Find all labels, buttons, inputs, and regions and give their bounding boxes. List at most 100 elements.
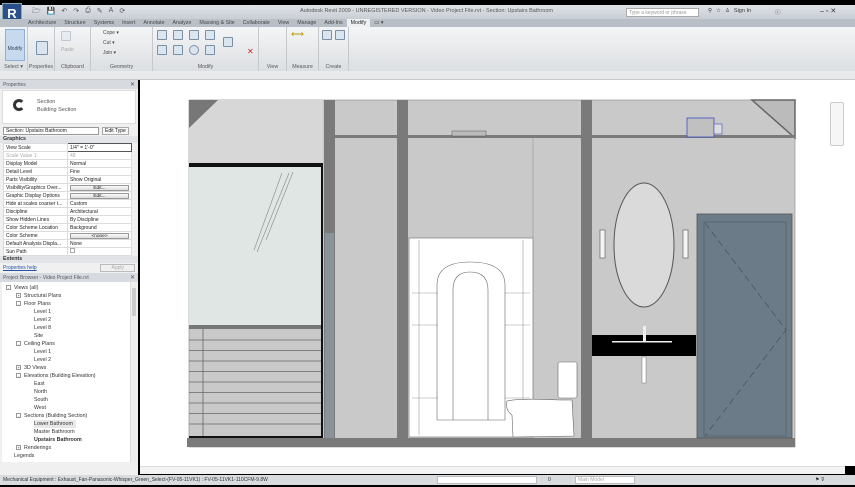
browser-item[interactable]: - Sections (Building Section) — [2, 412, 136, 420]
mirror-icon[interactable] — [189, 30, 199, 40]
help-icon[interactable]: ⓘ — [775, 8, 781, 16]
user-icon[interactable]: ♙ — [725, 8, 730, 16]
create-group-icon[interactable] — [322, 30, 332, 40]
property-value[interactable]: 1/4" = 1'-0" — [67, 143, 132, 152]
vertical-scrollbar[interactable] — [130, 282, 136, 462]
edit-button[interactable]: <none> — [70, 232, 129, 239]
browser-item[interactable]: Upstairs Bathroom — [2, 436, 136, 444]
drawing-canvas[interactable] — [140, 80, 855, 466]
browser-item[interactable]: - Views (all) — [2, 284, 136, 292]
tab-collaborate[interactable]: Collaborate — [239, 19, 274, 27]
collapse-icon[interactable]: - — [16, 301, 21, 307]
tab-add-ins[interactable]: Add-Ins — [320, 19, 346, 27]
tab-insert[interactable]: Insert — [118, 19, 139, 27]
cut-button[interactable]: Cut ▾ — [103, 40, 115, 46]
browser-item[interactable]: Level 1 — [2, 308, 136, 316]
search-input[interactable]: Type a keyword or phrase — [626, 8, 699, 17]
instance-selector[interactable]: Section: Upstairs Bathroom — [3, 126, 99, 135]
property-value[interactable] — [67, 247, 132, 256]
property-value[interactable]: Show Original — [67, 175, 132, 184]
apply-button[interactable]: Apply — [100, 264, 135, 272]
window-controls[interactable]: ‒▫✕ — [820, 7, 838, 15]
property-value[interactable]: <none> — [67, 231, 132, 240]
collapse-icon[interactable]: - — [16, 341, 21, 347]
browser-item[interactable]: Site — [2, 332, 136, 340]
array-icon[interactable] — [223, 37, 233, 47]
split-icon[interactable] — [205, 30, 215, 40]
sun-path-checkbox[interactable] — [70, 248, 75, 253]
select-dropdown[interactable]: Select ▾ — [0, 64, 27, 70]
tab-structure[interactable]: Structure — [60, 19, 90, 27]
browser-item[interactable]: East — [2, 380, 136, 388]
navigation-bar[interactable] — [830, 102, 844, 146]
sign-in-link[interactable]: Sign In — [734, 8, 751, 16]
tab-massing-site[interactable]: Massing & Site — [195, 19, 238, 27]
property-value[interactable]: Architectural — [67, 207, 132, 216]
tab-annotate[interactable]: Annotate — [139, 19, 168, 27]
property-value[interactable]: Background — [67, 223, 132, 232]
tab-systems[interactable]: Systems — [90, 19, 118, 27]
expand-icon[interactable]: + — [16, 293, 21, 299]
delete-icon[interactable]: ✕ — [247, 47, 254, 56]
edit-type-button[interactable]: Edit Type — [102, 126, 129, 135]
property-value[interactable]: By Discipline — [67, 215, 132, 224]
workset-field[interactable] — [437, 476, 537, 484]
section-view[interactable] — [140, 80, 855, 466]
properties-help-link[interactable]: Properties help — [3, 265, 37, 271]
trim-icon[interactable] — [205, 45, 215, 55]
browser-item[interactable]: Lower Bathroom — [2, 420, 136, 428]
property-value[interactable]: 48 — [67, 151, 132, 160]
browser-item[interactable]: West — [2, 404, 136, 412]
quick-access-toolbar[interactable]: 🗁 💾 ↶ ↷ ⎙ ✎ A ⟳ — [32, 7, 125, 18]
property-value[interactable]: Normal — [67, 159, 132, 168]
browser-item[interactable]: Level 8 — [2, 324, 136, 332]
browser-item[interactable]: - Ceiling Plans — [2, 340, 136, 348]
close-icon[interactable]: ✕ — [130, 81, 135, 88]
group-extents[interactable]: Extents — [0, 256, 138, 263]
offset-icon[interactable] — [173, 30, 183, 40]
join-button[interactable]: Join ▾ — [103, 50, 116, 56]
type-selector[interactable]: Section Building Section — [2, 90, 136, 124]
property-value[interactable]: Edit... — [67, 191, 132, 200]
group-graphics[interactable]: Graphics — [0, 136, 138, 143]
browser-item[interactable]: Level 1 — [2, 348, 136, 356]
close-icon[interactable]: ✕ — [130, 274, 135, 281]
expand-icon[interactable]: + — [16, 445, 21, 451]
star-icon[interactable]: ☆ — [716, 8, 721, 16]
collapse-icon[interactable]: - — [6, 285, 11, 291]
horizontal-scrollbar[interactable] — [140, 466, 845, 474]
modify-button[interactable]: Modify — [5, 29, 25, 61]
edit-button[interactable]: Edit... — [70, 192, 129, 199]
browser-item[interactable]: + Structural Plans — [2, 292, 136, 300]
align-icon[interactable] — [157, 30, 167, 40]
collapse-icon[interactable]: - — [16, 373, 21, 379]
browser-item[interactable]: Master Bathroom — [2, 428, 136, 436]
tab-analyze[interactable]: Analyze — [169, 19, 196, 27]
edit-button[interactable]: Edit... — [70, 184, 129, 191]
browser-item[interactable]: Level 2 — [2, 356, 136, 364]
tab-modify[interactable]: Modify — [346, 19, 371, 27]
binoculars-icon[interactable]: ⚲ — [708, 8, 712, 16]
browser-item[interactable]: - Floor Plans — [2, 300, 136, 308]
properties-icon[interactable] — [36, 41, 48, 55]
browser-item[interactable]: - Elevations (Building Elevation) — [2, 372, 136, 380]
move-icon[interactable] — [157, 45, 167, 55]
create-assembly-icon[interactable] — [335, 30, 345, 40]
tab-architecture[interactable]: Architecture — [24, 19, 60, 27]
filter-icon[interactable]: ⚑ ⊽ — [815, 475, 825, 485]
property-value[interactable]: None — [67, 239, 132, 248]
tab-view[interactable]: View — [274, 19, 293, 27]
browser-item[interactable]: + Renderings — [2, 444, 136, 452]
browser-item[interactable]: South — [2, 396, 136, 404]
expand-icon[interactable]: + — [16, 365, 21, 371]
rotate-icon[interactable] — [189, 45, 199, 55]
browser-item[interactable]: +3D Views — [2, 364, 136, 372]
property-value[interactable]: Fine — [67, 167, 132, 176]
browser-item[interactable]: North — [2, 388, 136, 396]
collapse-icon[interactable]: - — [16, 413, 21, 419]
cope-button[interactable]: Cope ▾ — [103, 30, 119, 36]
tab--[interactable]: ▭ ▾ — [370, 19, 387, 27]
measure-icon[interactable]: ⟷ — [291, 29, 304, 40]
property-value[interactable]: Custom — [67, 199, 132, 208]
model-selector[interactable]: Main Model — [575, 476, 635, 484]
